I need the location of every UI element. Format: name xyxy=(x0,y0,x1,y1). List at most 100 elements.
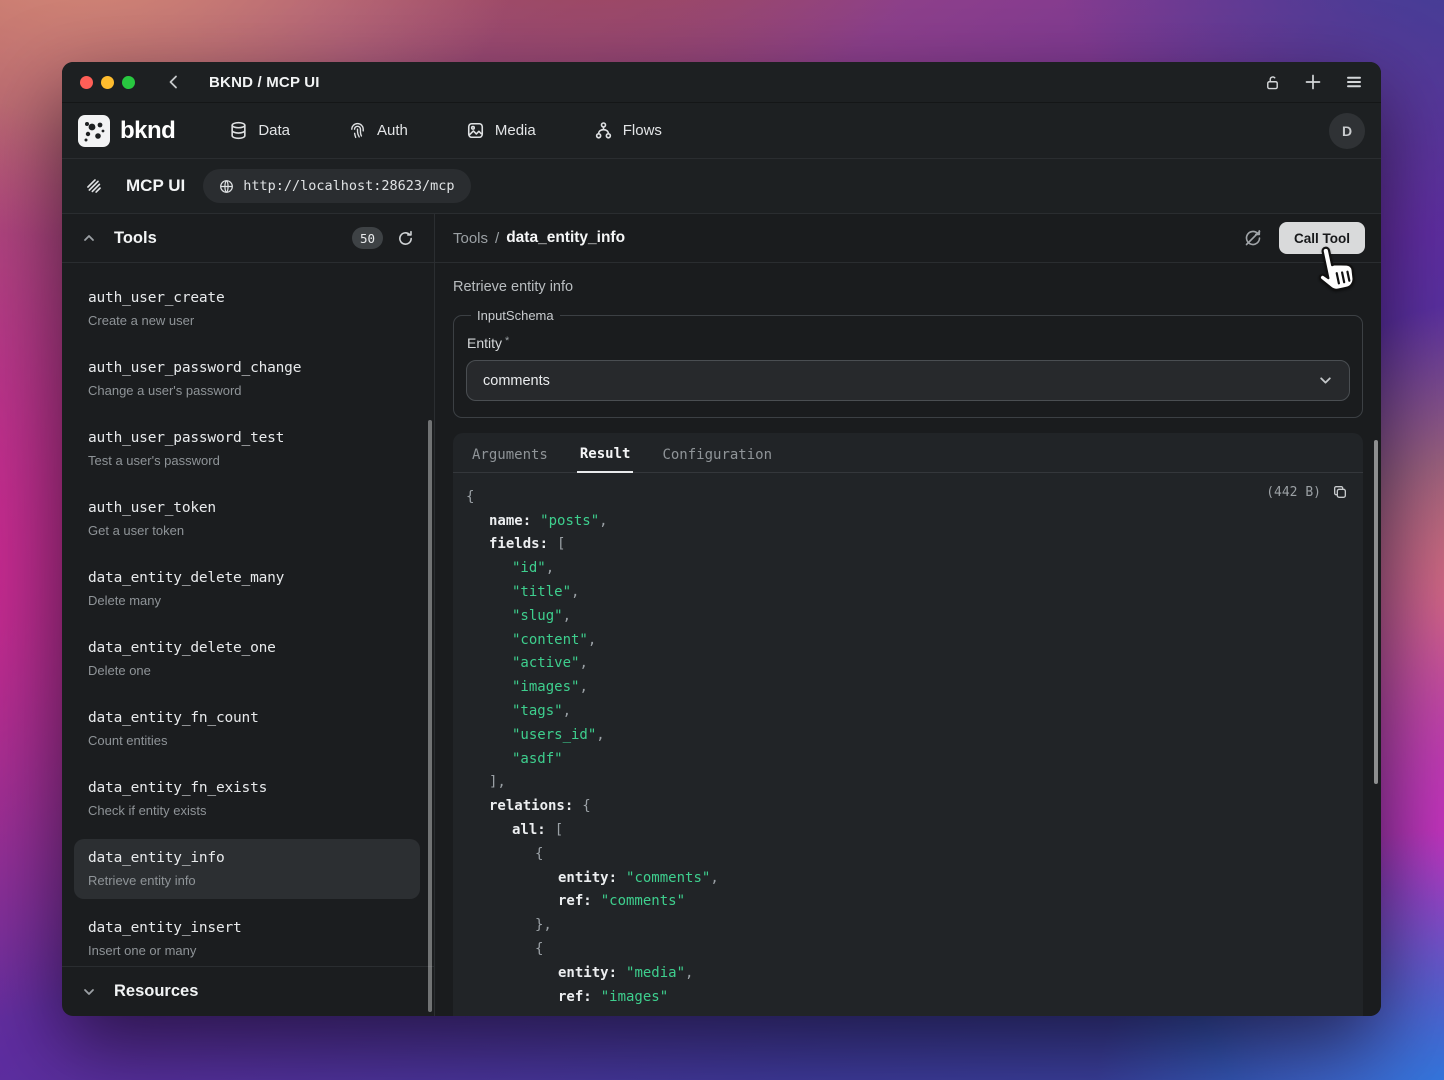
resources-section-title: Resources xyxy=(114,982,198,1001)
tool-description: Check if entity exists xyxy=(88,803,406,819)
titlebar: BKND / MCP UI xyxy=(62,62,1381,103)
json-string: "images" xyxy=(601,989,668,1005)
tool-detail-header: Tools / data_entity_info Call Tool xyxy=(435,214,1381,263)
json-punct: { xyxy=(535,846,543,862)
json-punct: , xyxy=(596,727,604,743)
mcp-bar: MCP UI http://localhost:28623/mcp xyxy=(62,159,1381,214)
close-window-button[interactable] xyxy=(80,76,93,89)
app-window: BKND / MCP UI bknd Data xyxy=(62,62,1381,1016)
json-line: all:[ xyxy=(453,818,1363,842)
chevron-down-icon xyxy=(82,985,96,999)
nav-item-label: Auth xyxy=(377,122,408,139)
tool-item-data_entity_delete_many[interactable]: data_entity_delete_many Delete many xyxy=(74,559,420,619)
call-tool-button[interactable]: Call Tool xyxy=(1279,222,1365,254)
json-punct: ], xyxy=(489,774,506,790)
json-line: relations:{ xyxy=(453,794,1363,818)
breadcrumb-section[interactable]: Tools xyxy=(453,230,488,247)
avatar-initial: D xyxy=(1342,123,1352,139)
nav-item-flows[interactable]: Flows xyxy=(594,121,662,140)
tool-description: Create a new user xyxy=(88,313,406,329)
tool-item-data_entity_delete_one[interactable]: data_entity_delete_one Delete one xyxy=(74,629,420,689)
tool-description: Get a user token xyxy=(88,523,406,539)
nav-item-data[interactable]: Data xyxy=(229,121,290,140)
tool-item-auth_user_password_change[interactable]: auth_user_password_change Change a user'… xyxy=(74,349,420,409)
tool-detail-panel: Tools / data_entity_info Call Tool Retri… xyxy=(435,214,1381,1016)
json-line: name:"posts", xyxy=(453,509,1363,533)
tool-item-data_entity_fn_count[interactable]: data_entity_fn_count Count entities xyxy=(74,699,420,759)
json-line: "images", xyxy=(453,675,1363,699)
tab-result[interactable]: Result xyxy=(577,435,634,473)
json-punct: , xyxy=(685,965,693,981)
json-string: "media" xyxy=(626,965,685,981)
minimize-window-button[interactable] xyxy=(101,76,114,89)
json-line: entity:"comments", xyxy=(453,866,1363,890)
json-key: fields: xyxy=(489,536,548,552)
tool-description: Retrieve entity info xyxy=(88,873,406,889)
tool-item-data_entity_info[interactable]: data_entity_info Retrieve entity info xyxy=(74,839,420,899)
tool-item-data_entity_fn_exists[interactable]: data_entity_fn_exists Check if entity ex… xyxy=(74,769,420,829)
result-card: Arguments Result Configuration (442 B) { xyxy=(453,433,1363,1016)
traffic-lights xyxy=(80,76,135,89)
json-string: "title" xyxy=(512,584,571,600)
json-line: ref: "images" xyxy=(453,985,1363,1009)
mcp-endpoint-pill[interactable]: http://localhost:28623/mcp xyxy=(203,169,470,203)
tool-name: data_entity_insert xyxy=(88,919,406,938)
refresh-tools-icon[interactable] xyxy=(397,230,414,247)
json-line: }, xyxy=(453,913,1363,937)
app-navbar: bknd Data Auth Media Flows D xyxy=(62,103,1381,159)
json-line: "slug", xyxy=(453,604,1363,628)
fingerprint-icon xyxy=(348,121,367,140)
sidebar-scrollbar[interactable] xyxy=(428,420,432,1012)
tab-arguments[interactable]: Arguments xyxy=(469,436,551,472)
json-punct: { xyxy=(466,489,474,505)
tool-name: data_entity_delete_many xyxy=(88,569,406,588)
json-punct: [ xyxy=(557,536,565,552)
back-icon[interactable] xyxy=(165,73,183,91)
tool-item-auth_user_create[interactable]: auth_user_create Create a new user xyxy=(74,279,420,339)
chevron-up-icon xyxy=(82,231,96,245)
tools-section-header[interactable]: Tools 50 xyxy=(62,214,434,263)
unlock-icon[interactable] xyxy=(1264,74,1281,91)
resources-section-header[interactable]: Resources xyxy=(62,966,434,1016)
tab-configuration[interactable]: Configuration xyxy=(659,436,775,472)
json-string: "tags" xyxy=(512,703,563,719)
brand-logo[interactable]: bknd xyxy=(78,115,175,147)
auto-refresh-off-icon[interactable] xyxy=(1243,228,1263,248)
json-string: "comments" xyxy=(601,893,685,909)
json-punct: , xyxy=(579,679,587,695)
bknd-logo-icon xyxy=(78,115,110,147)
tool-item-auth_user_token[interactable]: auth_user_token Get a user token xyxy=(74,489,420,549)
entity-select[interactable]: comments xyxy=(466,360,1350,401)
main-panel-scrollbar[interactable] xyxy=(1374,440,1378,784)
json-punct: [ xyxy=(555,822,563,838)
json-string: "active" xyxy=(512,655,579,671)
workflow-icon xyxy=(594,121,613,140)
json-punct: , xyxy=(571,584,579,600)
avatar[interactable]: D xyxy=(1329,113,1365,149)
json-key: relations: xyxy=(489,798,573,814)
zoom-window-button[interactable] xyxy=(122,76,135,89)
tool-item-data_entity_insert[interactable]: data_entity_insert Insert one or many xyxy=(74,909,420,966)
tool-item-auth_user_password_test[interactable]: auth_user_password_test Test a user's pa… xyxy=(74,419,420,479)
brand-name: bknd xyxy=(120,117,175,145)
json-key: name: xyxy=(489,513,531,529)
json-line: "content", xyxy=(453,628,1363,652)
json-punct: , xyxy=(588,632,596,648)
tool-name: auth_user_password_change xyxy=(88,359,406,378)
nav-item-label: Data xyxy=(258,122,290,139)
nav-item-media[interactable]: Media xyxy=(466,121,536,140)
tool-name: data_entity_info xyxy=(88,849,406,868)
entity-select-value: comments xyxy=(483,373,550,389)
input-schema-fieldset: InputSchema Entity* comments xyxy=(453,308,1363,418)
json-key: ref: xyxy=(558,989,592,1005)
tool-description: Change a user's password xyxy=(88,383,406,399)
menu-icon[interactable] xyxy=(1345,73,1363,91)
nav-item-auth[interactable]: Auth xyxy=(348,121,408,140)
input-schema-legend: InputSchema xyxy=(471,308,560,323)
new-tab-plus-icon[interactable] xyxy=(1304,73,1322,91)
json-line: ], xyxy=(453,771,1363,795)
copy-icon[interactable] xyxy=(1332,484,1348,500)
tool-description: Count entities xyxy=(88,733,406,749)
result-size-label: (442 B) xyxy=(1266,485,1321,500)
json-key: entity: xyxy=(558,965,617,981)
